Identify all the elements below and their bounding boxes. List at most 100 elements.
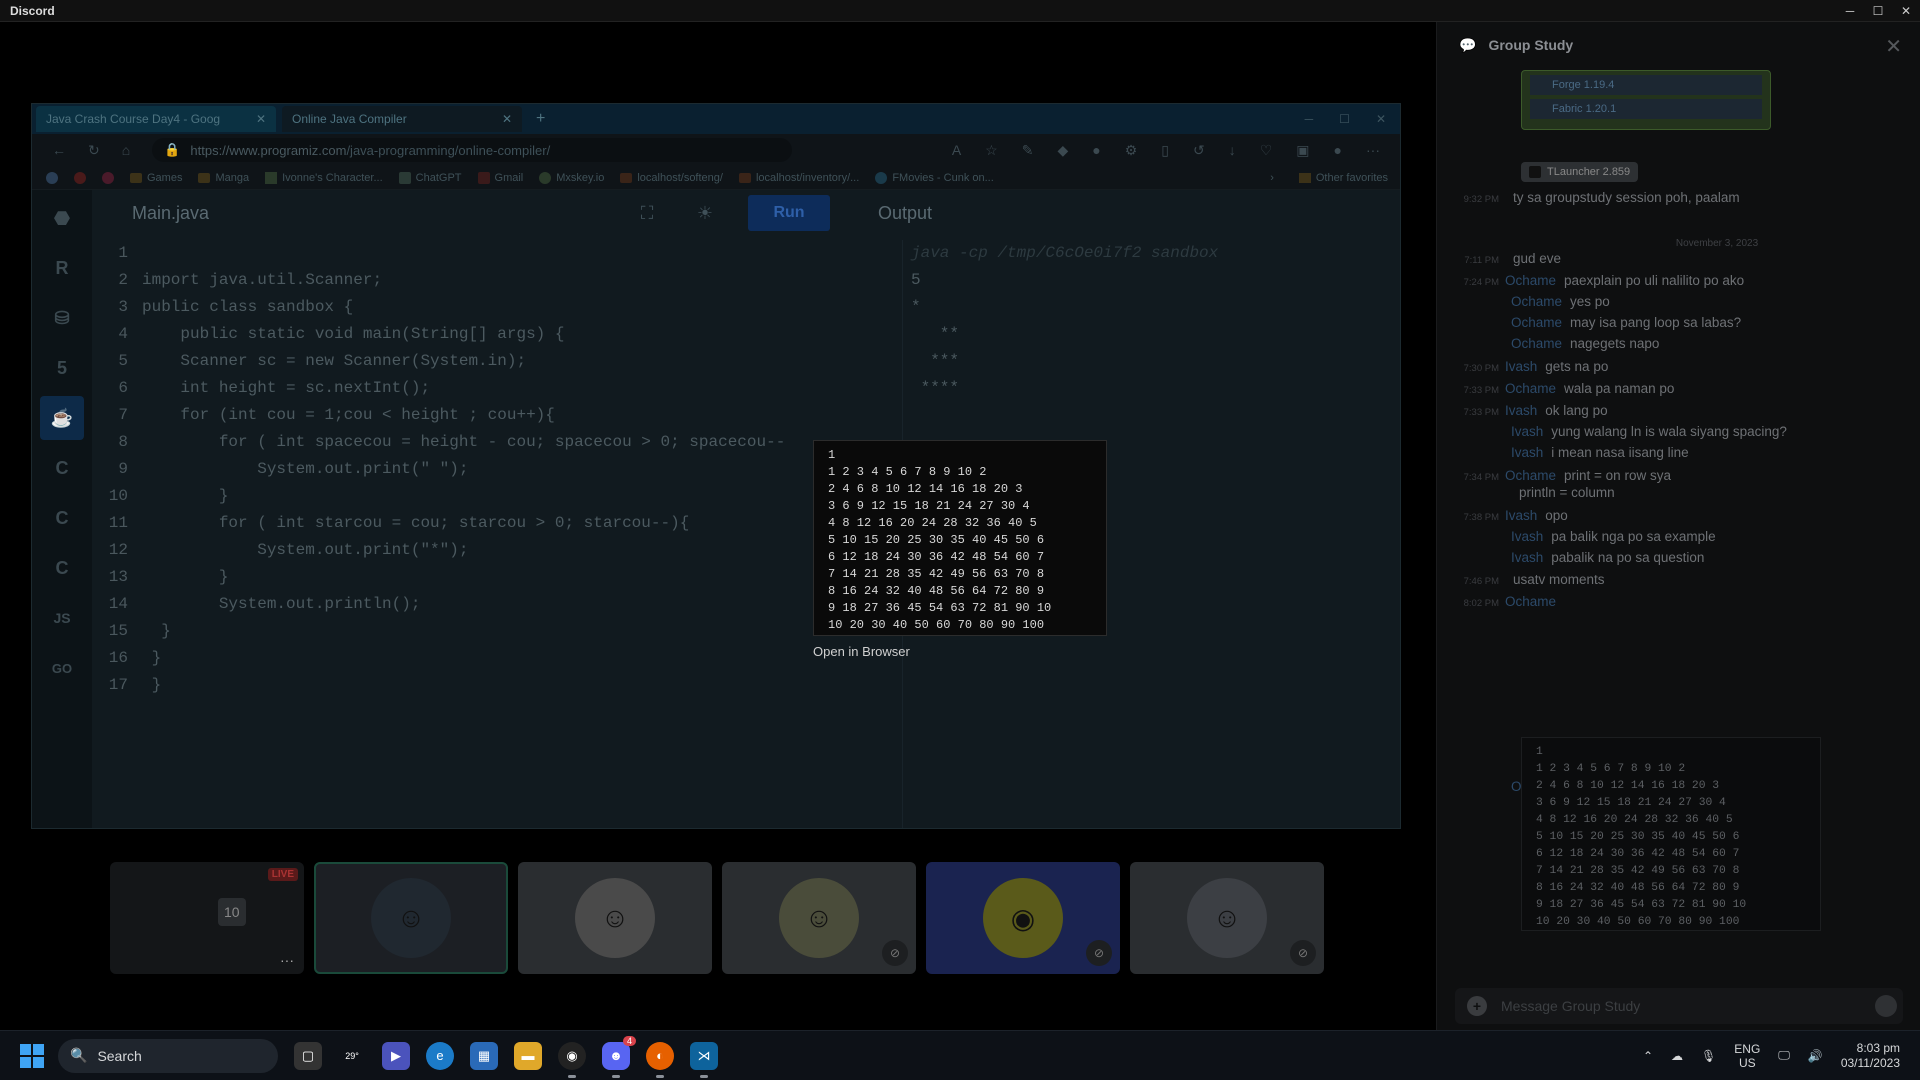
close-button[interactable]: ✕ xyxy=(1892,0,1920,22)
download-icon[interactable]: ↓ xyxy=(1229,142,1236,159)
onedrive-icon[interactable]: ☁ xyxy=(1671,1049,1683,1063)
html5-icon[interactable]: 5 xyxy=(40,346,84,390)
address-bar[interactable]: 🔒 https://www.programiz.com/java-program… xyxy=(152,138,793,162)
chat-message[interactable]: 7:24 PM Ochame paexplain po uli nalilito p… xyxy=(1437,273,1745,288)
extension-icon[interactable]: ◆ xyxy=(1057,142,1068,159)
close-icon[interactable]: ✕ xyxy=(1376,112,1386,126)
store-icon[interactable]: ▦ xyxy=(470,1041,498,1070)
discord-icon[interactable]: ☻ 4 xyxy=(602,1035,636,1078)
favorites-icon[interactable]: ♡ xyxy=(1260,142,1273,159)
bookmark-games[interactable]: Games xyxy=(130,172,182,184)
image-embed[interactable]: Forge 1.19.4 Fabric 1.20.1 xyxy=(1521,70,1771,130)
participant-tile[interactable]: ☺ ⊘ xyxy=(722,862,916,974)
taskbar-search[interactable]: 🔍 Search xyxy=(58,1038,278,1073)
open-in-browser-link[interactable]: Open in Browser xyxy=(813,644,910,659)
firefox-icon[interactable]: ◐ xyxy=(646,1041,674,1078)
message-author[interactable]: Ochame xyxy=(1505,273,1556,288)
bookmark-gmail[interactable]: Gmail xyxy=(477,171,523,184)
emoji-picker-icon[interactable] xyxy=(1875,995,1897,1017)
network-icon[interactable]: 🖵 xyxy=(1778,1048,1790,1063)
chat-message[interactable]: 8:02 PM Ochame xyxy=(1437,594,1564,609)
bookmark[interactable] xyxy=(102,171,114,184)
bookmark-chatgpt[interactable]: ChatGPT xyxy=(398,171,462,184)
theme-toggle-icon[interactable]: ☀ xyxy=(690,198,720,228)
weather-icon[interactable]: 29° xyxy=(338,1042,366,1070)
message-author[interactable]: Ivash xyxy=(1505,359,1537,374)
message-author[interactable]: Ivash xyxy=(1505,508,1537,523)
language-indicator[interactable]: ENG US xyxy=(1734,1042,1760,1070)
more-menu-icon[interactable]: ··· xyxy=(1366,142,1380,159)
bookmark-fmovies[interactable]: FMovies - Cunk on... xyxy=(875,171,994,184)
other-favorites[interactable]: › Other favorites xyxy=(1270,172,1400,184)
start-button[interactable] xyxy=(20,1043,44,1068)
python-icon[interactable]: ⬣ xyxy=(40,196,84,240)
participant-tile[interactable]: ☺ xyxy=(314,862,508,974)
bookmark-character[interactable]: Ivonne's Character... xyxy=(265,171,383,184)
volume-icon[interactable]: 🔊 xyxy=(1808,1049,1823,1063)
run-button[interactable]: Run xyxy=(748,195,830,231)
fullscreen-icon[interactable]: ⛶ xyxy=(632,198,662,228)
message-author[interactable]: Ochame xyxy=(1511,315,1562,330)
chat-message[interactable]: 7:11 PM gud eve xyxy=(1437,251,1561,266)
message-composer[interactable]: + Message Group Study xyxy=(1455,988,1903,1024)
minimize-button[interactable]: ─ xyxy=(1836,0,1864,22)
chat-message[interactable]: 7:34 PM Ochame print = on row sya xyxy=(1437,468,1671,483)
message-author[interactable]: Ivash xyxy=(1511,529,1543,544)
chat-message[interactable]: 7:33 PM Ochame wala pa naman po xyxy=(1437,381,1675,396)
participant-tile[interactable]: ◉ ⊘ xyxy=(926,862,1120,974)
vscode-icon[interactable]: ⋊ xyxy=(690,1041,718,1078)
bookmark-manga[interactable]: Manga xyxy=(198,172,249,184)
extension-icon[interactable]: ✎ xyxy=(1022,142,1034,159)
obs-icon[interactable]: ◉ xyxy=(558,1041,586,1078)
profile-avatar-icon[interactable]: ● xyxy=(1334,142,1342,159)
home-icon[interactable]: ⌂ xyxy=(122,142,130,158)
bookmark-inventory[interactable]: localhost/inventory/... xyxy=(738,172,859,184)
message-author[interactable]: Ochame xyxy=(1511,336,1562,351)
add-attachment-icon[interactable]: + xyxy=(1467,996,1487,1016)
message-author[interactable]: Ivash xyxy=(1511,445,1543,460)
browser-tab-google[interactable]: Java Crash Course Day4 - Goog ✕ xyxy=(36,106,276,132)
edge-icon[interactable]: e xyxy=(426,1041,454,1070)
chat-message[interactable]: Ochame yes po xyxy=(1437,294,1610,309)
refresh-icon[interactable]: ↻ xyxy=(88,142,100,159)
c-icon[interactable]: C xyxy=(40,446,84,490)
chevron-up-icon[interactable]: ⌃ xyxy=(1643,1049,1653,1063)
chat-message[interactable]: 9:32 PM ty sa groupstudy session poh, paa… xyxy=(1437,190,1740,205)
chat-message[interactable]: Ochame nagegets napo xyxy=(1437,336,1659,351)
participant-tile[interactable]: ☺ ⊘ xyxy=(1130,862,1324,974)
more-options-icon[interactable]: ··· xyxy=(280,952,294,968)
cpp-icon[interactable]: C xyxy=(40,496,84,540)
split-screen-icon[interactable]: ▯ xyxy=(1161,142,1169,159)
chat-message[interactable]: Ivash pa balik nga po sa example xyxy=(1437,529,1716,544)
stream-tile[interactable]: LIVE 10 ··· xyxy=(110,862,304,974)
bookmark[interactable] xyxy=(46,171,58,184)
chat-message[interactable]: Ivash i mean nasa iisang line xyxy=(1437,445,1689,460)
message-author[interactable]: Ochame xyxy=(1505,468,1556,483)
message-author[interactable]: Ivash xyxy=(1505,403,1537,418)
bookmark-softeng[interactable]: localhost/softeng/ xyxy=(620,172,723,184)
message-author[interactable]: Ivash xyxy=(1511,550,1543,565)
chat-message[interactable]: 7:33 PM Ivash ok lang po xyxy=(1437,403,1608,418)
attachment-tlauncher[interactable]: TLauncher 2.859 xyxy=(1521,162,1639,182)
chat-message[interactable]: 7:38 PM Ivash opo xyxy=(1437,508,1568,523)
chat-message[interactable]: Ivash yung walang ln is wala siyang spaci… xyxy=(1437,424,1787,439)
sql-icon[interactable]: ⛁ xyxy=(40,296,84,340)
participant-tile[interactable]: ☺ xyxy=(518,862,712,974)
chat-message[interactable]: Ochame may isa pang loop sa labas? xyxy=(1437,315,1741,330)
read-aloud-icon[interactable]: A xyxy=(952,142,961,159)
chevron-right-icon[interactable]: › xyxy=(1270,172,1274,184)
new-tab-icon[interactable]: + xyxy=(528,110,553,128)
favorite-star-icon[interactable]: ☆ xyxy=(985,142,998,159)
message-author[interactable]: Ochame xyxy=(1505,381,1556,396)
back-icon[interactable]: ← xyxy=(52,142,66,158)
minimize-icon[interactable]: ─ xyxy=(1305,112,1314,126)
javascript-icon[interactable]: JS xyxy=(40,596,84,640)
browser-tab-compiler[interactable]: Online Java Compiler ✕ xyxy=(282,106,522,132)
maximize-button[interactable]: ☐ xyxy=(1864,0,1892,22)
extensions-icon[interactable]: ⚙ xyxy=(1125,142,1138,159)
screen-share-view[interactable]: Java Crash Course Day4 - Goog ✕ Online J… xyxy=(31,103,1401,829)
teams-icon[interactable]: ▶ xyxy=(382,1041,410,1070)
chat-message[interactable]: println = column xyxy=(1437,485,1615,500)
code-editor[interactable]: 1 2 import java.util.Scanner; 3 public class… xyxy=(92,240,852,828)
collections-icon[interactable]: ▣ xyxy=(1296,142,1309,159)
